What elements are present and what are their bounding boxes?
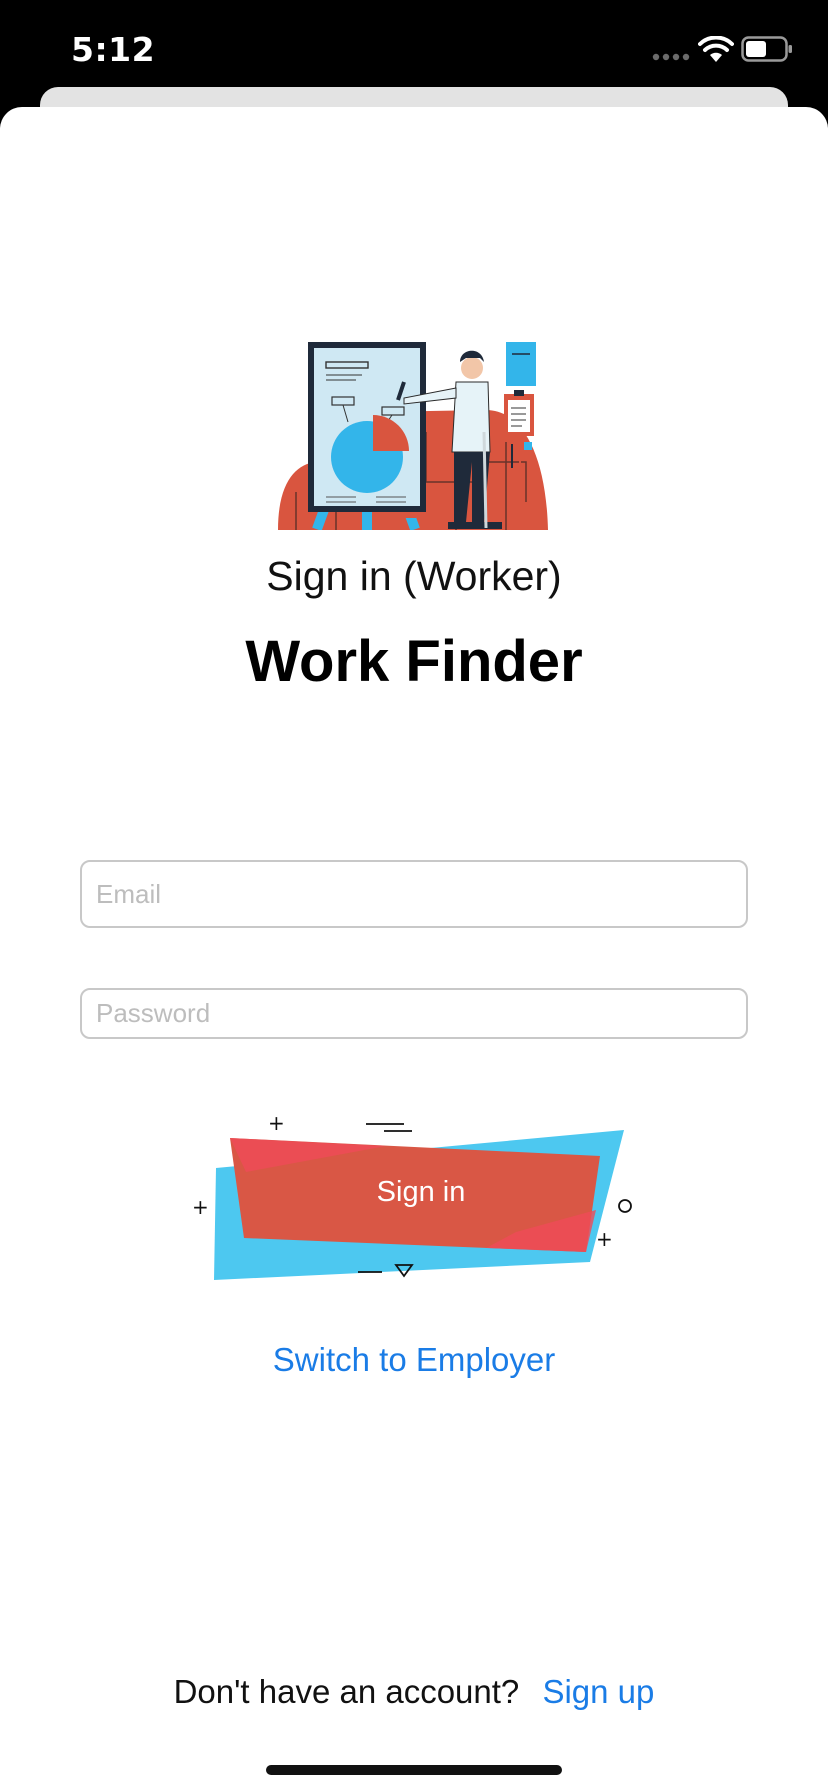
svg-text:+: + xyxy=(268,1112,285,1135)
sign-up-link[interactable]: Sign up xyxy=(542,1673,654,1710)
sign-up-prompt-row: Don't have an account? Sign up xyxy=(0,1673,828,1711)
switch-to-employer-link[interactable]: Switch to Employer xyxy=(0,1341,828,1379)
email-input[interactable] xyxy=(80,860,748,928)
home-indicator[interactable] xyxy=(266,1765,562,1775)
app-title: Work Finder xyxy=(245,629,583,694)
status-time: 5:12 xyxy=(71,30,156,69)
sign-up-prompt-text: Don't have an account? xyxy=(173,1673,520,1710)
sign-in-subtitle: Sign in (Worker) xyxy=(266,553,562,599)
sign-in-button-area: + + + Sign in xyxy=(186,1112,636,1284)
password-input[interactable] xyxy=(80,988,748,1039)
presenter-illustration xyxy=(278,342,548,530)
battery-icon xyxy=(741,36,792,62)
sign-in-button[interactable]: Sign in xyxy=(236,1142,606,1242)
cellular-signal-icon xyxy=(652,53,690,61)
svg-text:+: + xyxy=(192,1195,209,1219)
wifi-icon xyxy=(698,36,734,62)
status-bar: 5:12 xyxy=(0,0,828,100)
